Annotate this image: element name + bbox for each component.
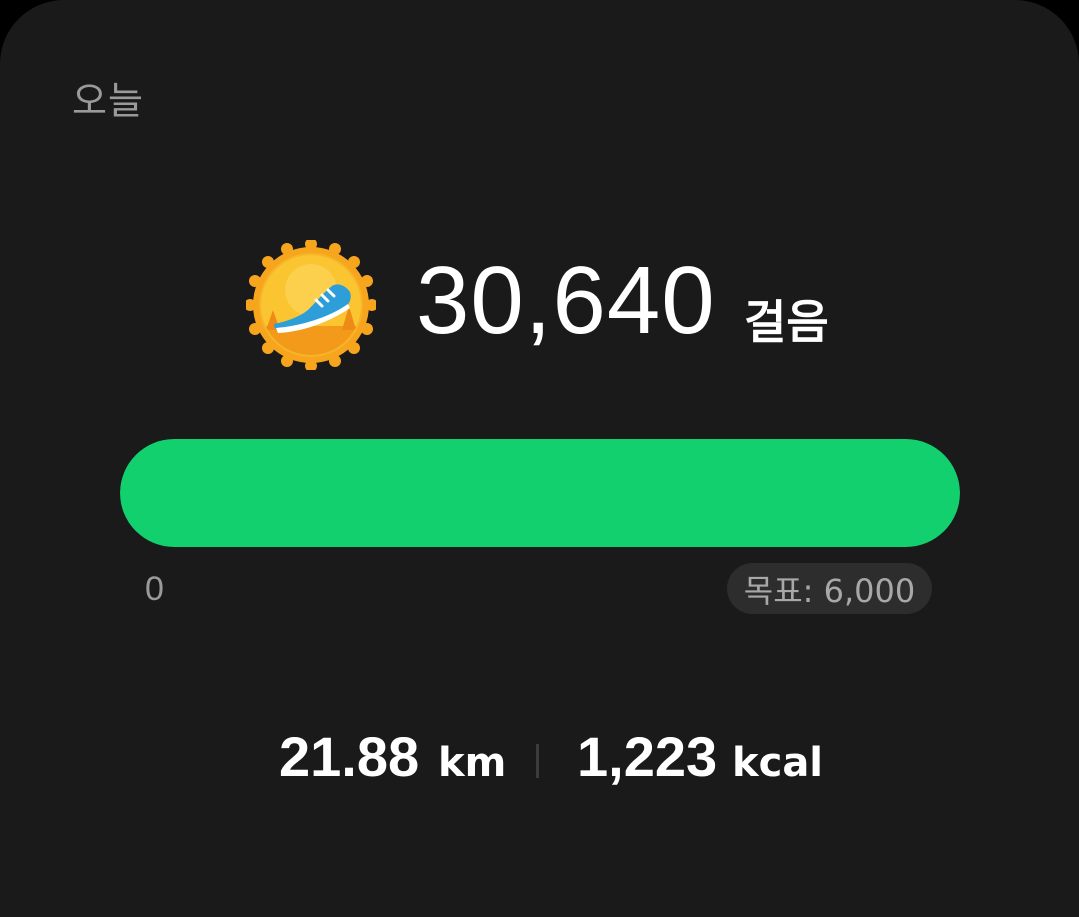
stats-divider [536,744,539,778]
card-title: 오늘 [72,79,144,123]
step-count: 30,640 [416,247,716,354]
step-progress-fill [120,439,960,547]
running-shoe-badge-icon [244,238,378,372]
stats-row: 21.88 km 1,223 kcal [0,724,1079,804]
calories-unit: kcal [732,740,824,786]
distance-unit: km [438,740,507,786]
goal-badge[interactable]: 목표: 6,000 [727,563,932,614]
step-progress-bar [120,439,960,547]
goal-label: 목표: 6,000 [743,571,916,610]
steps-card[interactable]: 오늘 30,640 걸음 0 목표: 6,000 21.88 km 1,223 … [0,0,1079,917]
distance-value: 21.88 [279,725,420,788]
step-unit-label: 걸음 [744,295,829,349]
calories-value: 1,223 [577,725,718,788]
progress-min-label: 0 [145,570,164,608]
